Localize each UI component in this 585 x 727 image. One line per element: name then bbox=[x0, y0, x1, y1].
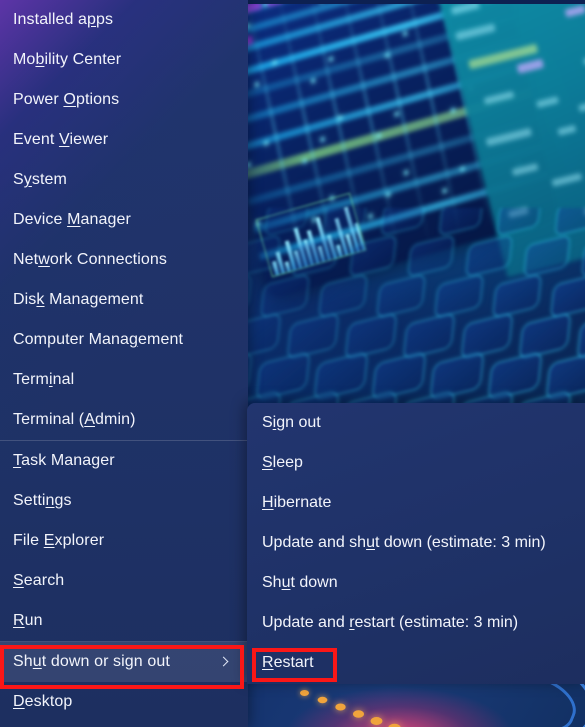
submenu-item-update-and-restart-estimate-3-min[interactable]: Update and restart (estimate: 3 min) bbox=[247, 603, 585, 643]
menu-item-label: Disk Management bbox=[13, 292, 144, 308]
menu-item-label: System bbox=[13, 172, 67, 188]
menu-item-desktop[interactable]: Desktop bbox=[0, 682, 248, 722]
submenu-item-shut-down[interactable]: Shut down bbox=[247, 563, 585, 603]
menu-item-terminal-admin[interactable]: Terminal (Admin) bbox=[0, 400, 248, 440]
submenu-item-label: Sign out bbox=[262, 414, 321, 431]
menu-item-label: Power Options bbox=[13, 92, 120, 108]
menu-item-label: Settings bbox=[13, 493, 72, 509]
menu-item-label: Search bbox=[13, 573, 65, 589]
menu-item-label: Mobility Center bbox=[13, 52, 122, 68]
menu-item-task-manager[interactable]: Task Manager bbox=[0, 441, 248, 481]
menu-item-label: Shut down or sign out bbox=[13, 654, 170, 670]
submenu-item-label: Hibernate bbox=[262, 494, 332, 511]
submenu-item-label: Sleep bbox=[262, 454, 303, 471]
menu-item-shut-down-or-sign-out[interactable]: Shut down or sign out bbox=[0, 642, 248, 682]
menu-item-label: Terminal bbox=[13, 372, 75, 388]
menu-item-network-connections[interactable]: Network Connections bbox=[0, 240, 248, 280]
menu-item-label: Event Viewer bbox=[13, 132, 109, 148]
menu-item-label: Device Manager bbox=[13, 212, 131, 228]
power-user-menu[interactable]: Installed apps Mobility Center Power Optio… bbox=[0, 0, 248, 727]
menu-item-computer-management[interactable]: Computer Management bbox=[0, 320, 248, 360]
menu-item-label: Desktop bbox=[13, 694, 73, 710]
menu-item-terminal[interactable]: Terminal bbox=[0, 360, 248, 400]
menu-item-event-viewer[interactable]: Event Viewer bbox=[0, 120, 248, 160]
menu-item-search[interactable]: Search bbox=[0, 561, 248, 601]
shut-down-or-sign-out-submenu[interactable]: Sign out Sleep Hibernate Update and shut do… bbox=[247, 403, 585, 684]
menu-item-disk-management[interactable]: Disk Management bbox=[0, 280, 248, 320]
submenu-item-label: Update and shut down (estimate: 3 min) bbox=[262, 534, 546, 551]
screen: Installed apps Mobility Center Power Optio… bbox=[0, 0, 585, 727]
menu-item-label: Run bbox=[13, 613, 43, 629]
menu-item-mobility-center[interactable]: Mobility Center bbox=[0, 40, 248, 80]
menu-item-settings[interactable]: Settings bbox=[0, 481, 248, 521]
menu-item-label: Computer Management bbox=[13, 332, 183, 348]
submenu-item-restart[interactable]: Restart bbox=[247, 643, 585, 683]
menu-item-label: File Explorer bbox=[13, 533, 105, 549]
menu-item-power-options[interactable]: Power Options bbox=[0, 80, 248, 120]
menu-item-system[interactable]: System bbox=[0, 160, 248, 200]
menu-item-device-manager[interactable]: Device Manager bbox=[0, 200, 248, 240]
menu-item-label: Network Connections bbox=[13, 252, 167, 268]
submenu-item-sign-out[interactable]: Sign out bbox=[247, 403, 585, 443]
submenu-item-update-and-shut-down-estimate-3-min[interactable]: Update and shut down (estimate: 3 min) bbox=[247, 523, 585, 563]
submenu-item-label: Update and restart (estimate: 3 min) bbox=[262, 614, 519, 631]
menu-item-label: Task Manager bbox=[13, 453, 115, 469]
chevron-right-icon bbox=[217, 655, 231, 669]
menu-item-file-explorer[interactable]: File Explorer bbox=[0, 521, 248, 561]
desktop-lower-strip bbox=[248, 684, 585, 727]
menu-item-label: Installed apps bbox=[13, 12, 114, 28]
menu-item-installed-apps[interactable]: Installed apps bbox=[0, 0, 248, 40]
submenu-item-label: Shut down bbox=[262, 574, 338, 591]
submenu-item-label: Restart bbox=[262, 654, 314, 671]
menu-item-label: Terminal (Admin) bbox=[13, 412, 136, 428]
menu-item-run[interactable]: Run bbox=[0, 601, 248, 641]
submenu-item-hibernate[interactable]: Hibernate bbox=[247, 483, 585, 523]
wallpaper-top-band bbox=[248, 0, 585, 4]
submenu-item-sleep[interactable]: Sleep bbox=[247, 443, 585, 483]
